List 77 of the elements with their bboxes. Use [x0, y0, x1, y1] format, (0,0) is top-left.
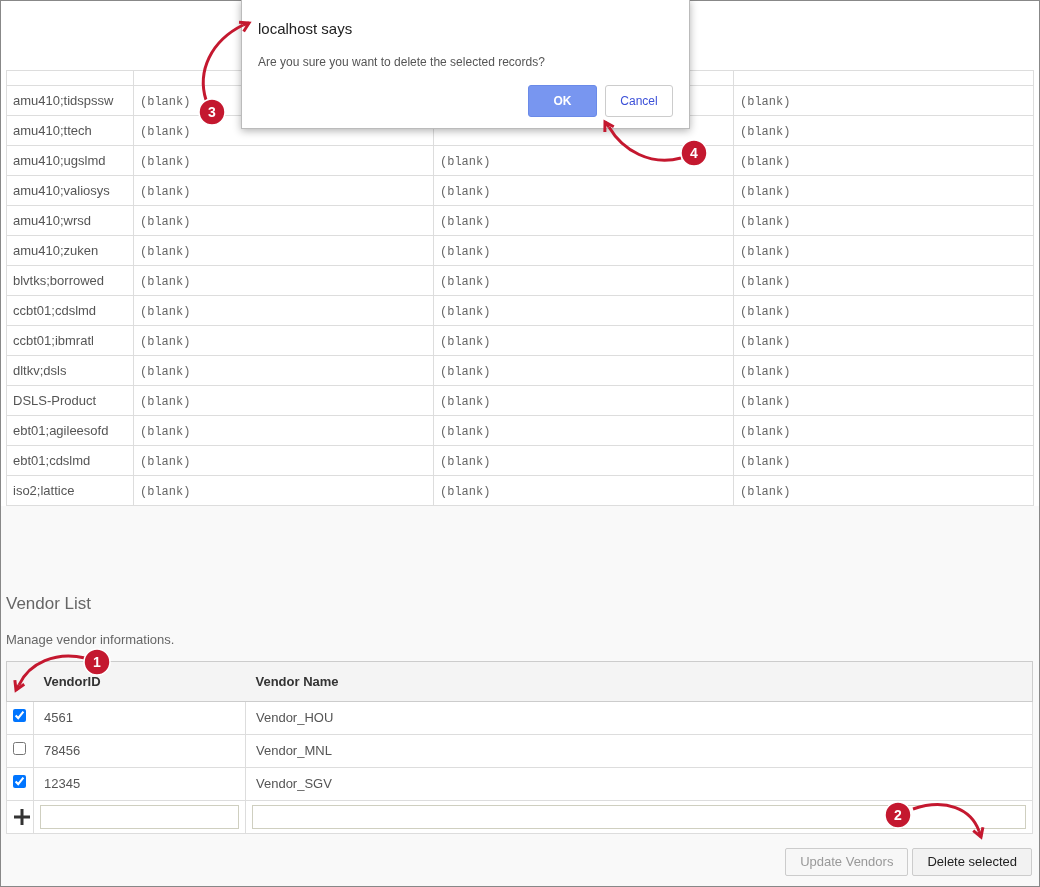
blank-value: (blank): [440, 154, 491, 169]
dialog-message: Are you sure you want to delete the selected records?: [258, 53, 546, 71]
vendor-id-cell: 12345: [33, 767, 246, 801]
blank-value: (blank): [140, 454, 191, 469]
blank-value: (blank): [740, 214, 791, 229]
blank-value: (blank): [440, 274, 491, 289]
record-name: amu410;ugslmd: [13, 152, 106, 168]
blank-value: (blank): [740, 94, 791, 109]
vendor-id-cell: 78456: [33, 734, 246, 768]
blank-value: (blank): [740, 484, 791, 499]
record-name: amu410;ttech: [13, 122, 92, 138]
blank-value: (blank): [740, 394, 791, 409]
blank-value: (blank): [440, 394, 491, 409]
blank-value: (blank): [740, 424, 791, 439]
blank-value: (blank): [140, 124, 191, 139]
blank-value: (blank): [140, 274, 191, 289]
vendor-name-cell: Vendor_HOU: [245, 701, 1033, 735]
record-name: ebt01;agileesofd: [13, 422, 109, 438]
section-title: Vendor List: [6, 593, 93, 615]
blank-value: (blank): [440, 214, 491, 229]
record-name: amu410;zuken: [13, 242, 99, 258]
record-name: amu410;tidspssw: [13, 92, 114, 108]
blank-value: (blank): [740, 304, 791, 319]
blank-value: (blank): [140, 304, 191, 319]
blank-value: (blank): [440, 334, 491, 349]
callout-badge: 4: [680, 139, 708, 167]
record-name: amu410;wrsd: [13, 212, 92, 228]
blank-value: (blank): [140, 424, 191, 439]
delete-button[interactable]: Delete selected: [912, 848, 1032, 876]
vendor-name-cell: Vendor_MNL: [245, 734, 1033, 768]
blank-value: (blank): [740, 334, 791, 349]
blank-value: (blank): [440, 454, 491, 469]
blank-value: (blank): [140, 364, 191, 379]
record-name: dltkv;dsls: [13, 362, 67, 378]
blank-value: (blank): [140, 394, 191, 409]
blank-value: (blank): [740, 154, 791, 169]
record-name: amu410;valiosys: [13, 182, 110, 198]
vendor-id-cell: 4561: [33, 701, 246, 735]
vendor-name-cell: Vendor_SGV: [245, 767, 1033, 801]
vendor-name-input[interactable]: [252, 805, 1026, 829]
blank-value: (blank): [140, 334, 191, 349]
blank-value: (blank): [440, 244, 491, 259]
section-description: Manage vendor informations.: [6, 630, 176, 649]
blank-value: (blank): [140, 244, 191, 259]
column-header: Vendor Name: [245, 661, 1033, 702]
cancel-button[interactable]: Cancel: [605, 84, 673, 117]
blank-value: (blank): [740, 454, 791, 469]
blank-value: (blank): [740, 274, 791, 289]
blank-value: (blank): [140, 94, 191, 109]
callout-badge: 3: [198, 98, 226, 126]
record-name: ebt01;cdslmd: [13, 452, 91, 468]
row-checkbox[interactable]: [13, 709, 26, 723]
blank-value: (blank): [740, 364, 791, 379]
blank-value: (blank): [140, 154, 191, 169]
blank-value: (blank): [740, 184, 791, 199]
blank-value: (blank): [740, 244, 791, 259]
record-name: blvtks;borrowed: [13, 272, 105, 288]
record-name: ccbt01;ibmratl: [13, 332, 94, 348]
blank-value: (blank): [140, 184, 191, 199]
blank-value: (blank): [440, 424, 491, 439]
blank-value: (blank): [140, 484, 191, 499]
blank-value: (blank): [440, 364, 491, 379]
blank-value: (blank): [440, 484, 491, 499]
vendor-id-input[interactable]: [40, 805, 239, 829]
row-checkbox[interactable]: [13, 775, 26, 789]
record-name: iso2;lattice: [13, 482, 75, 498]
blank-value: (blank): [740, 124, 791, 139]
blank-value: (blank): [440, 184, 491, 199]
blank-value: (blank): [440, 304, 491, 319]
callout-badge: 1: [83, 648, 111, 676]
callout-badge: 2: [884, 801, 912, 829]
record-name: ccbt01;cdslmd: [13, 302, 97, 318]
blank-value: (blank): [140, 214, 191, 229]
dialog-title: localhost says: [258, 19, 354, 39]
row-checkbox[interactable]: [13, 742, 26, 756]
add-icon[interactable]: [13, 808, 31, 826]
record-name: DSLS-Product: [13, 392, 97, 408]
